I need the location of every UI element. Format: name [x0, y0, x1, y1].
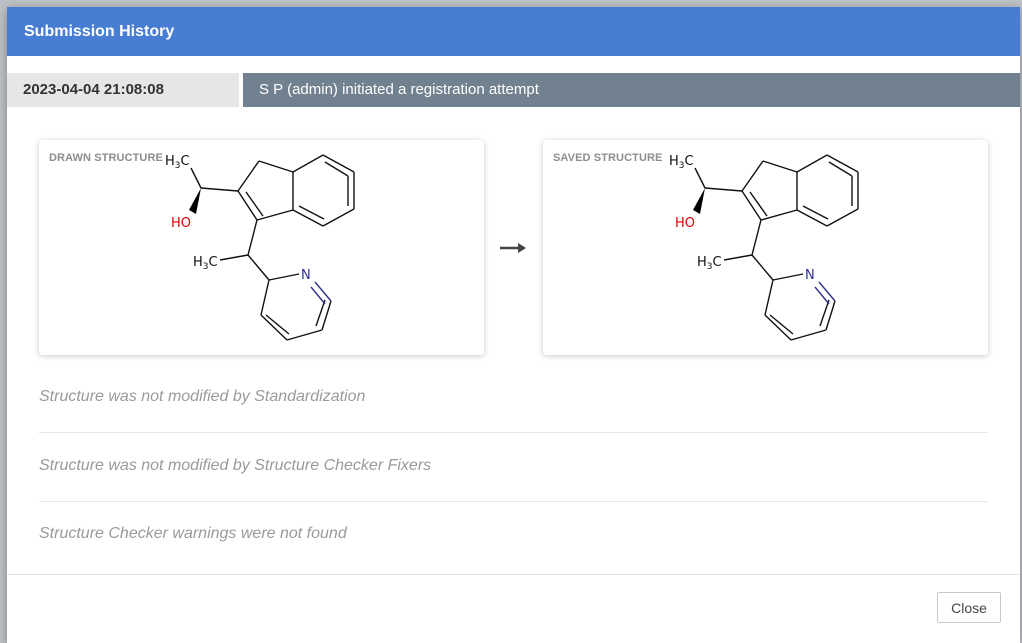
svg-text:H3C: H3C [697, 255, 722, 272]
standardization-status: Structure was not modified by Standardiz… [39, 388, 366, 405]
history-message: S P (admin) initiated a registration att… [243, 73, 1020, 107]
dialog-header: Submission History [7, 7, 1020, 56]
nitrogen-label: N [805, 268, 815, 283]
drawn-molecule-drawing: H3C HO H3C N [165, 154, 355, 341]
checker-warnings-status: Structure Checker warnings were not foun… [39, 525, 347, 542]
arrow-right-icon [500, 243, 526, 253]
hydroxyl-label: HO [171, 216, 191, 231]
svg-text:H3C: H3C [669, 154, 694, 171]
divider [39, 501, 988, 502]
footer-divider [7, 574, 1020, 575]
history-entry: 2023-04-04 21:08:08 S P (admin) initiate… [7, 73, 1020, 107]
close-button[interactable]: Close [937, 592, 1001, 623]
history-timestamp: 2023-04-04 21:08:08 [7, 73, 239, 107]
saved-structure-card: SAVED STRUCTURE H3C HO H3C N [543, 140, 988, 355]
checker-fixers-status: Structure was not modified by Structure … [39, 457, 432, 474]
divider [39, 432, 988, 433]
dialog-title: Submission History [24, 23, 175, 40]
drawn-structure-card: DRAWN STRUCTURE H3C HO H3C N [39, 140, 484, 355]
nitrogen-label: N [301, 268, 311, 283]
submission-history-dialog: Submission History 2023-04-04 21:08:08 S… [7, 7, 1020, 643]
svg-text:H3C: H3C [165, 154, 190, 171]
svg-text:H3C: H3C [193, 255, 218, 272]
hydroxyl-label: HO [675, 216, 695, 231]
saved-molecule-drawing: H3C HO H3C N [669, 154, 859, 341]
